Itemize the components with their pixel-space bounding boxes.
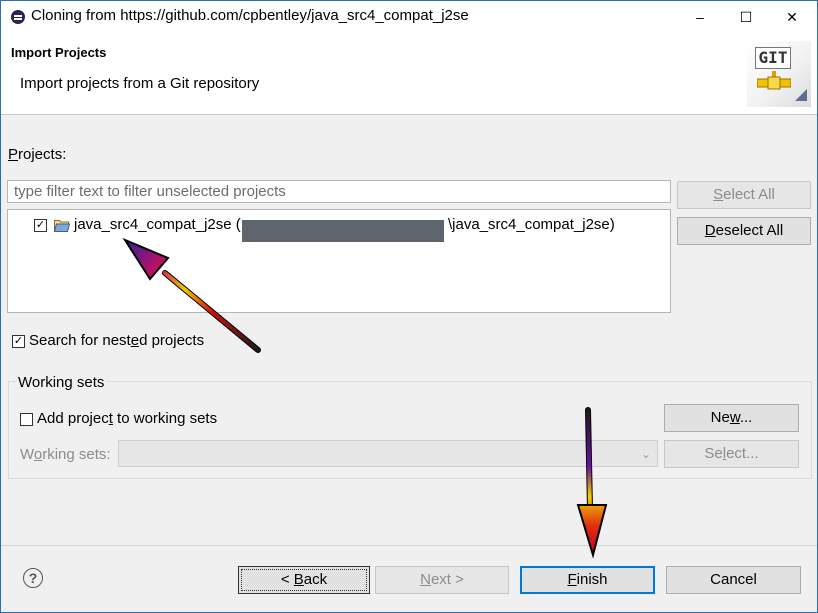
arrow-to-project [122, 237, 261, 353]
annotation-arrows [122, 237, 608, 559]
arrow-to-finish [576, 407, 608, 559]
